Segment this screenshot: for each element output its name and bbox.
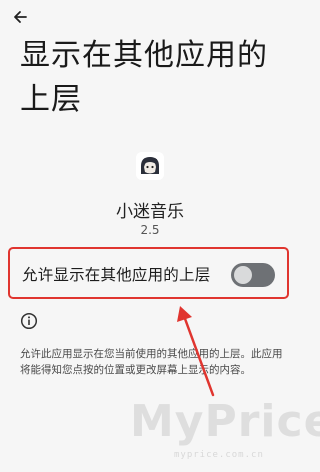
app-name: 小迷音乐 <box>116 202 184 222</box>
permission-description: 允许此应用显示在您当前使用的其他应用的上层。此应用将能得知您点按的位置或更改屏幕… <box>20 348 283 376</box>
permission-row-highlight[interactable]: 允许显示在其他应用的上层 <box>8 247 289 299</box>
arrow-left-icon <box>14 11 27 23</box>
permission-label: 允许显示在其他应用的上层 <box>22 266 211 284</box>
app-version: 2.5 <box>140 223 160 237</box>
watermark: MyPrice myprice.com.cn <box>130 392 320 470</box>
overlay-permission-toggle[interactable] <box>231 263 275 287</box>
page-title: 显示在其他应用的上层 <box>20 38 268 117</box>
watermark-text: MyPrice <box>130 396 320 447</box>
back-button[interactable] <box>6 4 34 30</box>
app-avatar-icon <box>136 152 164 180</box>
info-icon <box>20 312 38 330</box>
toggle-knob <box>234 266 252 284</box>
watermark-subtext: myprice.com.cn <box>174 450 264 460</box>
